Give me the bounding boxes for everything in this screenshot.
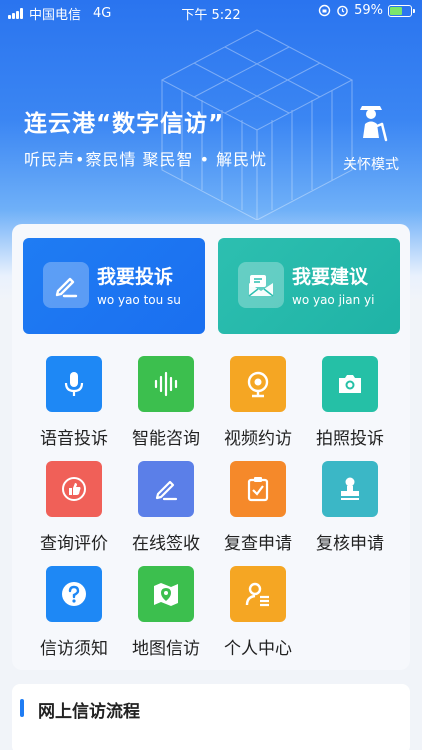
service-label: 地图信访 <box>132 639 200 659</box>
service-smart-consult[interactable]: 智能咨询 <box>118 356 214 456</box>
petition-flow-card[interactable]: 网上信访流程 <box>12 684 410 750</box>
clipboard-check-icon <box>230 461 286 517</box>
care-mode-button[interactable]: 关怀模式 <box>338 98 404 174</box>
service-label: 视频约访 <box>224 429 292 449</box>
service-label: 拍照投诉 <box>316 429 384 449</box>
service-recheck-apply[interactable]: 复核申请 <box>302 461 398 561</box>
complain-title: 我要投诉 <box>97 266 174 288</box>
service-query-rate[interactable]: 查询评价 <box>26 461 122 561</box>
complain-button[interactable]: 我要投诉 wo yao tou su <box>23 238 205 334</box>
petition-flow-title: 网上信访流程 <box>38 702 140 722</box>
battery-icon <box>388 4 415 17</box>
service-label: 复核申请 <box>316 534 384 554</box>
webcam-icon <box>230 356 286 412</box>
thumbs-up-icon <box>46 461 102 517</box>
suggest-pinyin: wo yao jian yi <box>292 293 375 307</box>
service-label: 智能咨询 <box>132 429 200 449</box>
app-title: 连云港“数字信访” <box>24 111 225 137</box>
care-mode-label: 关怀模式 <box>343 157 399 173</box>
pen-icon <box>43 262 89 308</box>
service-photo-complaint[interactable]: 拍照投诉 <box>302 356 398 456</box>
microphone-icon <box>46 356 102 412</box>
orientation-lock-icon <box>318 4 331 17</box>
soundwave-icon <box>138 356 194 412</box>
service-map-petition[interactable]: 地图信访 <box>118 566 214 666</box>
service-online-sign[interactable]: 在线签收 <box>118 461 214 561</box>
suggest-title: 我要建议 <box>292 266 369 288</box>
service-label: 信访须知 <box>40 639 108 659</box>
service-voice-complaint[interactable]: 语音投诉 <box>26 356 122 456</box>
service-label: 查询评价 <box>40 534 108 554</box>
service-label: 语音投诉 <box>40 429 108 449</box>
section-marker <box>20 699 24 717</box>
status-bar: 中国电信 4G 下午 5:22 59% <box>0 0 422 24</box>
suggest-button[interactable]: 我要建议 wo yao jian yi <box>218 238 400 334</box>
elderly-person-icon <box>360 106 388 142</box>
service-video-visit[interactable]: 视频约访 <box>210 356 306 456</box>
service-label: 在线签收 <box>132 534 200 554</box>
service-label: 复查申请 <box>224 534 292 554</box>
service-review-apply[interactable]: 复查申请 <box>210 461 306 561</box>
service-personal-center[interactable]: 个人中心 <box>210 566 306 666</box>
map-pin-icon <box>138 566 194 622</box>
pen-icon <box>138 461 194 517</box>
camera-icon <box>322 356 378 412</box>
complain-pinyin: wo yao tou su <box>97 293 181 307</box>
battery-percent: 59% <box>354 3 383 18</box>
service-label: 个人中心 <box>224 639 292 659</box>
alarm-icon <box>337 5 348 17</box>
user-profile-icon <box>230 566 286 622</box>
stamp-icon <box>322 461 378 517</box>
app-slogan: 听民声•察民情 聚民智 • 解民忧 <box>24 150 268 169</box>
service-notice[interactable]: 信访须知 <box>26 566 122 666</box>
mail-icon <box>238 262 284 308</box>
question-icon <box>46 566 102 622</box>
